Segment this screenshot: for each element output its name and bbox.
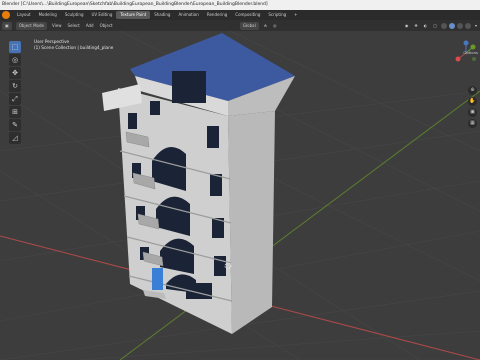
tab-animation[interactable]: Animation xyxy=(174,11,202,19)
top-window-left xyxy=(150,101,160,115)
rendered-shading-icon[interactable] xyxy=(465,22,471,29)
menu-view[interactable]: View xyxy=(49,22,65,30)
shading-options-icon[interactable]: ▾ xyxy=(472,22,480,30)
pan-hand-icon[interactable]: ✋ xyxy=(468,97,477,106)
snap-icon[interactable]: ⋔ xyxy=(261,22,270,30)
overlay-icon[interactable]: ◐ xyxy=(421,22,431,30)
building-model xyxy=(102,33,295,334)
rotate-icon[interactable]: ↻ xyxy=(9,80,21,92)
xray-icon[interactable]: ▢ xyxy=(430,22,440,30)
tab-uv-editing[interactable]: UV Editing xyxy=(88,11,117,19)
tab-shading[interactable]: Shading xyxy=(150,11,174,19)
ortho-toggle-icon[interactable]: ▦ xyxy=(468,119,477,128)
tab-rendering[interactable]: Rendering xyxy=(203,11,231,19)
measure-icon[interactable]: ◿ xyxy=(9,132,21,144)
blender-logo-icon[interactable] xyxy=(2,11,10,19)
side-window-2 xyxy=(210,174,222,196)
zoom-icon[interactable]: ⊕ xyxy=(468,86,477,95)
menu-object[interactable]: Object xyxy=(97,22,116,30)
gizmo-y-icon xyxy=(455,56,461,62)
collection-label: (1) Scene Collection | building4_plane xyxy=(34,45,114,50)
tab-compositing[interactable]: Compositing xyxy=(231,11,264,19)
window-title: Blender [C:\Users\...\BuildingEuropean\S… xyxy=(0,0,480,10)
navigation-controls: ⊕ ✋ ▣ ▦ xyxy=(468,86,478,130)
menu-select[interactable]: Select xyxy=(64,22,82,30)
building-side-wall xyxy=(228,111,275,334)
gizmo-icon[interactable]: ✥ xyxy=(411,22,420,30)
mode-select[interactable]: Object Mode xyxy=(15,21,47,30)
tab-scripting[interactable]: Scripting xyxy=(264,11,290,19)
editor-type-button[interactable]: ▣ xyxy=(2,21,12,30)
wireframe-shading-icon[interactable] xyxy=(441,22,447,29)
material-shading-icon[interactable] xyxy=(457,22,463,29)
gizmo-x-icon xyxy=(470,44,476,50)
annotate-icon[interactable]: ✎ xyxy=(9,119,21,131)
add-workspace-button[interactable]: + xyxy=(290,11,301,19)
viewport-info: User Perspective (1) Scene Collection | … xyxy=(34,39,113,51)
entrance-door xyxy=(152,268,163,290)
viewport-scene xyxy=(0,31,480,360)
3d-viewport[interactable]: Options User Perspective (1) Scene Colle… xyxy=(0,31,480,360)
scale-icon[interactable]: ⤢ xyxy=(9,93,21,105)
tab-modeling[interactable]: Modeling xyxy=(35,11,61,19)
proportional-edit-icon[interactable]: ◎ xyxy=(270,22,280,30)
viewport-header: ▣ Object Mode View Select Add Object Glo… xyxy=(0,20,480,31)
select-box-icon[interactable]: ⬚ xyxy=(9,41,21,53)
side-window-1 xyxy=(207,126,219,148)
cursor-icon[interactable]: ◎ xyxy=(9,54,21,66)
menu-add[interactable]: Add xyxy=(83,22,97,30)
tab-sculpting[interactable]: Sculpting xyxy=(61,11,88,19)
tab-texture-paint[interactable]: Texture Paint xyxy=(116,11,151,19)
roof-window xyxy=(172,71,206,103)
visibility-icon[interactable]: ◉ xyxy=(402,22,412,30)
transform-icon[interactable]: ⊞ xyxy=(9,106,21,118)
move-icon[interactable]: ✥ xyxy=(9,67,21,79)
tab-layout[interactable]: Layout xyxy=(13,11,35,19)
camera-view-icon[interactable]: ▣ xyxy=(468,108,477,117)
left-window-1 xyxy=(128,113,137,129)
solid-shading-icon[interactable] xyxy=(449,22,455,29)
workspace-bar: Layout Modeling Sculpting UV Editing Tex… xyxy=(0,10,480,20)
tool-shelf: ⬚ ◎ ✥ ↻ ⤢ ⊞ ✎ ◿ xyxy=(9,41,23,145)
gizmo-z-icon xyxy=(463,40,469,46)
options-button[interactable]: Options xyxy=(463,50,478,55)
transform-orientation-select[interactable]: Global xyxy=(239,21,259,30)
